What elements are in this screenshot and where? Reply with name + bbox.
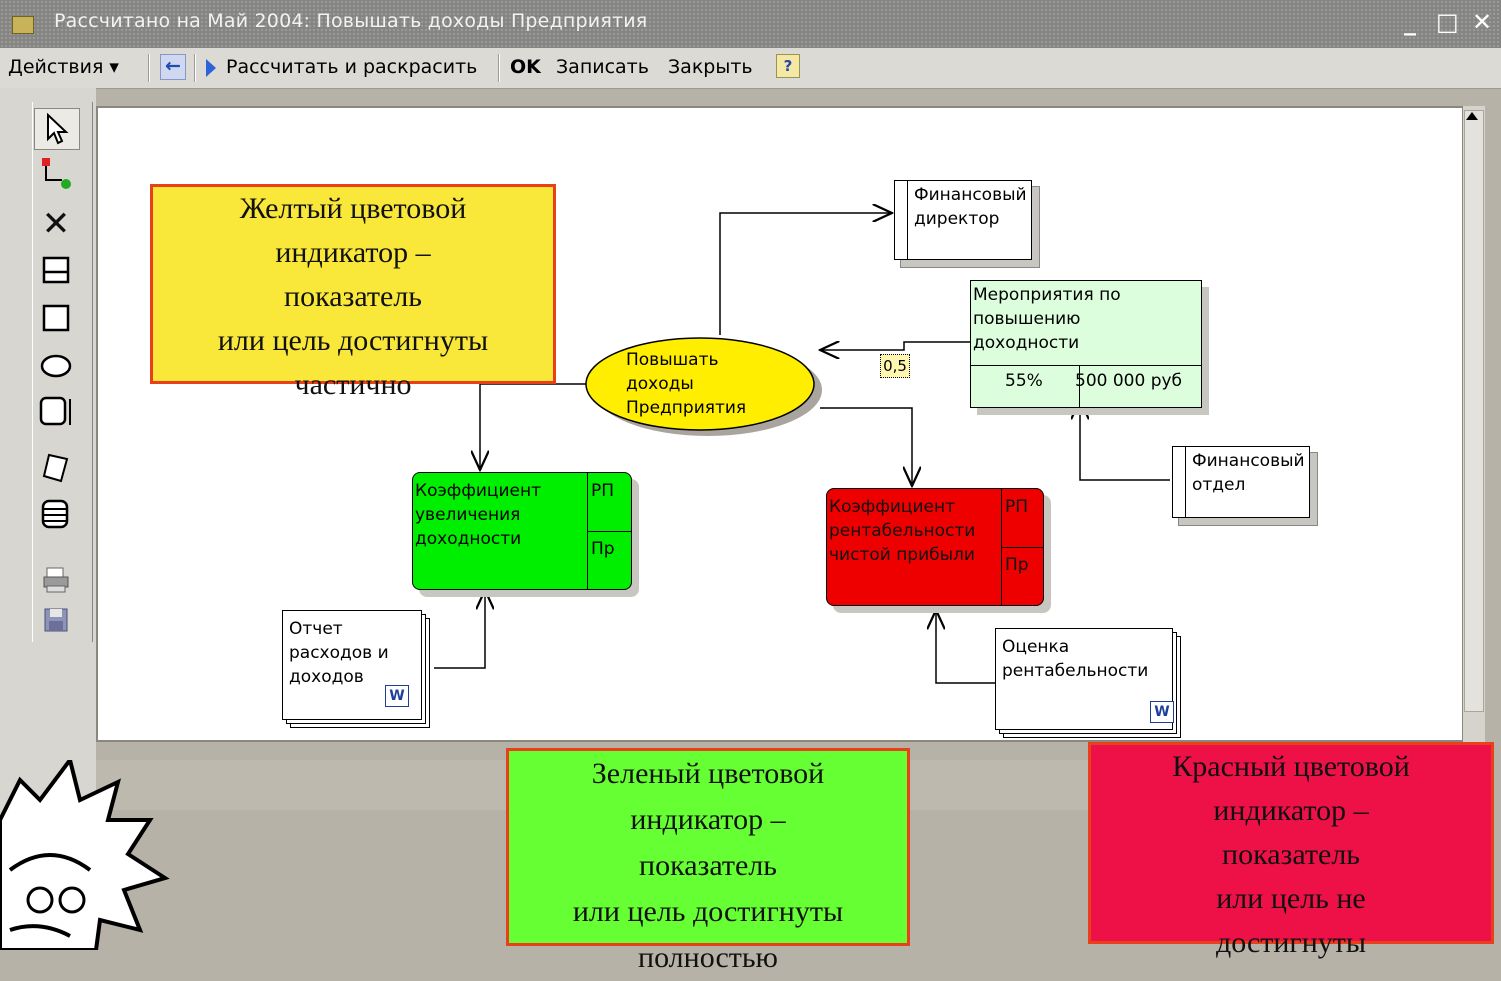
red-kpi-pr: Пр: [1005, 555, 1029, 575]
green-kpi-pr: Пр: [591, 539, 615, 559]
measures-node[interactable]: Мероприятия по повышению доходности 55% …: [970, 280, 1202, 408]
yellow-indicator-legend: Желтый цветовой индикатор – показатель и…: [150, 184, 556, 401]
red-indicator-legend: Красный цветовой индикатор – показатель …: [1088, 742, 1494, 959]
goal-label: Повышать доходы Предприятия: [626, 350, 747, 418]
measures-amount: 500 000 руб: [1075, 371, 1183, 391]
green-indicator-legend: Зеленый цветовой индикатор – показатель …: [506, 748, 910, 974]
green-kpi-node[interactable]: Коэффициент увеличения доходности РП Пр: [412, 472, 632, 590]
assessment-document-node[interactable]: Оценка рентабельности W: [995, 628, 1174, 730]
word-icon: W: [1150, 701, 1174, 723]
cartoon-character-image: [0, 760, 170, 950]
measures-percent: 55%: [1005, 371, 1043, 391]
report-document-node[interactable]: Отчет расходов и доходов W: [282, 610, 422, 720]
green-kpi-rp: РП: [591, 481, 615, 501]
weight-label[interactable]: 0,5: [880, 354, 910, 378]
financial-director-label: Финансовый директор: [907, 181, 1031, 259]
assessment-label: Оценка рентабельности: [1002, 637, 1149, 681]
financial-director-node[interactable]: Финансовый директор: [894, 180, 1032, 260]
green-kpi-label: Коэффициент увеличения доходности: [415, 481, 542, 549]
red-kpi-label: Коэффициент рентабельности чистой прибыл…: [829, 497, 976, 565]
red-kpi-node[interactable]: Коэффициент рентабельности чистой прибыл…: [826, 488, 1044, 606]
red-kpi-rp: РП: [1005, 497, 1029, 517]
financial-dept-label: Финансовый отдел: [1185, 447, 1309, 517]
report-label: Отчет расходов и доходов: [289, 619, 389, 687]
measures-label: Мероприятия по повышению доходности: [973, 285, 1121, 353]
word-icon: W: [385, 685, 409, 707]
financial-dept-node[interactable]: Финансовый отдел: [1172, 446, 1310, 518]
